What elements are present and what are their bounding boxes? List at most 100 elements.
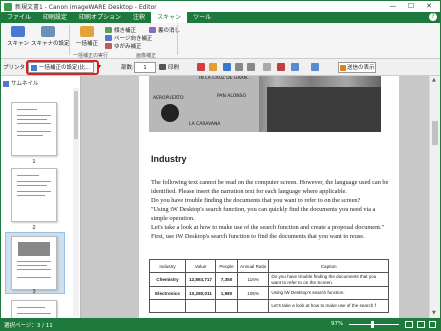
thumb-line — [17, 109, 37, 110]
thumb-line — [17, 191, 51, 192]
table-row: Electronics 10,280,011 1,980 105% Using … — [149, 286, 389, 300]
table-header: Value — [185, 259, 216, 273]
tab-print-options[interactable]: 印刷オプション — [73, 12, 127, 23]
send-view-button[interactable]: 送信の表示 — [338, 62, 376, 73]
view-icon[interactable] — [311, 63, 319, 71]
map-label: AEROPUERTO — [153, 96, 184, 101]
page-number: 1 — [32, 159, 36, 165]
thumb-line — [17, 181, 51, 182]
thumb-line — [17, 313, 51, 314]
thumbnail-page-2[interactable] — [11, 168, 57, 222]
map-label: LA CARAVANA — [189, 122, 221, 127]
paragraph: "Using iW Desktop's search function, you… — [151, 206, 376, 223]
print-mode-label: 印刷 — [168, 65, 180, 71]
table-row: Let's take a look at how to make use of … — [149, 299, 389, 313]
scan-button[interactable]: スキャン — [5, 26, 31, 47]
tab-file[interactable]: ファイル — [1, 12, 37, 23]
zoom-slider[interactable] — [349, 324, 399, 325]
thumb-line — [17, 115, 51, 116]
page-number: 3 — [32, 289, 36, 295]
cut-icon[interactable] — [263, 63, 271, 71]
warp-icon — [105, 43, 112, 49]
scrollbar-thumb[interactable] — [74, 91, 78, 139]
thumbnail-page-4[interactable] — [11, 300, 57, 320]
maximize-button[interactable]: ☐ — [402, 1, 420, 12]
tab-scan[interactable]: スキャン — [151, 12, 188, 23]
scanner-icon — [41, 26, 55, 37]
map-label: PAN ALONSO — [217, 94, 247, 99]
thumbnail-header: サムネイル — [3, 79, 38, 87]
table-cell: 12,863,717 — [185, 272, 216, 287]
zoom-level: 97% — [331, 321, 344, 327]
erase-icon — [149, 27, 156, 33]
main-toolbar: プリンタ 一括補正の設定(比... ▾ 部数: 1 印刷 送信の表示 — [1, 59, 440, 76]
print-mode-button[interactable]: 印刷 — [159, 63, 179, 71]
redo-icon[interactable] — [247, 63, 255, 71]
map-label: IN LA CRUZ DE GRAN... — [199, 76, 252, 81]
zoom-slider-handle[interactable] — [371, 321, 374, 328]
undo-icon[interactable] — [235, 63, 243, 71]
scan-icon — [11, 26, 25, 37]
chevron-down-icon[interactable]: ▾ — [98, 63, 101, 70]
table-cell — [236, 299, 270, 313]
scanner-settings-label: スキャナの設定 — [31, 41, 70, 47]
send-icon — [340, 65, 346, 71]
table-header: Caption — [268, 259, 389, 273]
table-cell — [185, 299, 216, 313]
document-view[interactable]: IN LA CRUZ DE GRAN... AEROPUERTO PAN ALO… — [81, 76, 429, 318]
single-page-view-icon[interactable] — [405, 321, 413, 328]
document-scrollbar[interactable]: ▲ ▼ — [429, 76, 440, 318]
scanner-settings-button[interactable]: スキャナの設定 — [31, 26, 70, 47]
table-cell: Chemistry — [149, 272, 186, 287]
scrollbar-thumb[interactable] — [432, 121, 438, 145]
thumb-image — [18, 242, 50, 256]
thumbnail-page-1[interactable] — [11, 102, 57, 156]
page-orientation-button[interactable]: ページ向き補正 — [105, 34, 152, 42]
scroll-up-icon[interactable]: ▲ — [432, 77, 436, 83]
tilt-label: 傾き補正 — [114, 28, 137, 34]
table-cell: Electronics — [149, 286, 186, 300]
table-row: Chemistry 12,863,717 7,350 116% Do you h… — [149, 272, 389, 287]
thumb-line — [17, 123, 51, 124]
app-icon — [4, 2, 12, 11]
rotate-icon — [105, 35, 112, 41]
delete-icon[interactable] — [277, 63, 285, 71]
thumbnail-scrollbar[interactable] — [73, 88, 79, 316]
scroll-down-icon[interactable]: ▼ — [432, 310, 436, 316]
minimize-button[interactable]: — — [384, 1, 402, 12]
thumb-line — [17, 185, 47, 186]
tab-tools[interactable]: ツール — [187, 12, 217, 23]
table-cell: Do you have trouble finding the document… — [268, 272, 389, 287]
airplane-icon — [161, 104, 179, 122]
copies-stepper[interactable]: 1 — [134, 62, 156, 73]
save-icon[interactable] — [223, 63, 231, 71]
two-page-view-icon[interactable] — [417, 321, 425, 328]
open-icon[interactable] — [209, 63, 217, 71]
warp-correct-button[interactable]: ゆがみ補正 — [105, 42, 142, 50]
table-cell: Let's take a look at how to make use of … — [268, 299, 389, 313]
batch-correct-button[interactable]: 一括補正 — [73, 26, 101, 47]
thumb-line — [17, 195, 45, 196]
help-icon[interactable]: ? — [429, 13, 437, 21]
table-cell — [215, 299, 238, 313]
page-status: 選択ページ：3 / 11 — [4, 323, 53, 329]
table-cell: Using iW Desktop's search function. — [268, 286, 389, 300]
thumbnail-page-3[interactable] — [11, 236, 57, 290]
table-header-row: Industry Value People Annual Ratio Capti… — [149, 259, 389, 273]
table-header: People — [215, 259, 238, 273]
thumb-line — [17, 307, 45, 308]
tab-print-settings[interactable]: 印刷設定 — [37, 12, 73, 23]
paragraph: First, use iW Desktop's search function … — [151, 233, 365, 240]
tilt-correct-button[interactable]: 傾き補正 — [105, 26, 136, 34]
erase-edges-button[interactable]: 裏の消し — [149, 26, 180, 34]
copy-icon[interactable] — [291, 63, 299, 71]
highlight-box — [26, 60, 99, 75]
fit-view-icon[interactable] — [429, 321, 436, 328]
group-label-batch: 一括補正の実行 — [73, 53, 109, 59]
ribbon-divider — [177, 25, 178, 55]
tab-annotation[interactable]: 注釈 — [127, 12, 151, 23]
page-orientation-label: ページ向き補正 — [114, 36, 153, 42]
print-start-icon[interactable] — [197, 63, 205, 71]
table-cell: 105% — [236, 286, 270, 300]
close-button[interactable]: ✕ — [420, 1, 438, 12]
